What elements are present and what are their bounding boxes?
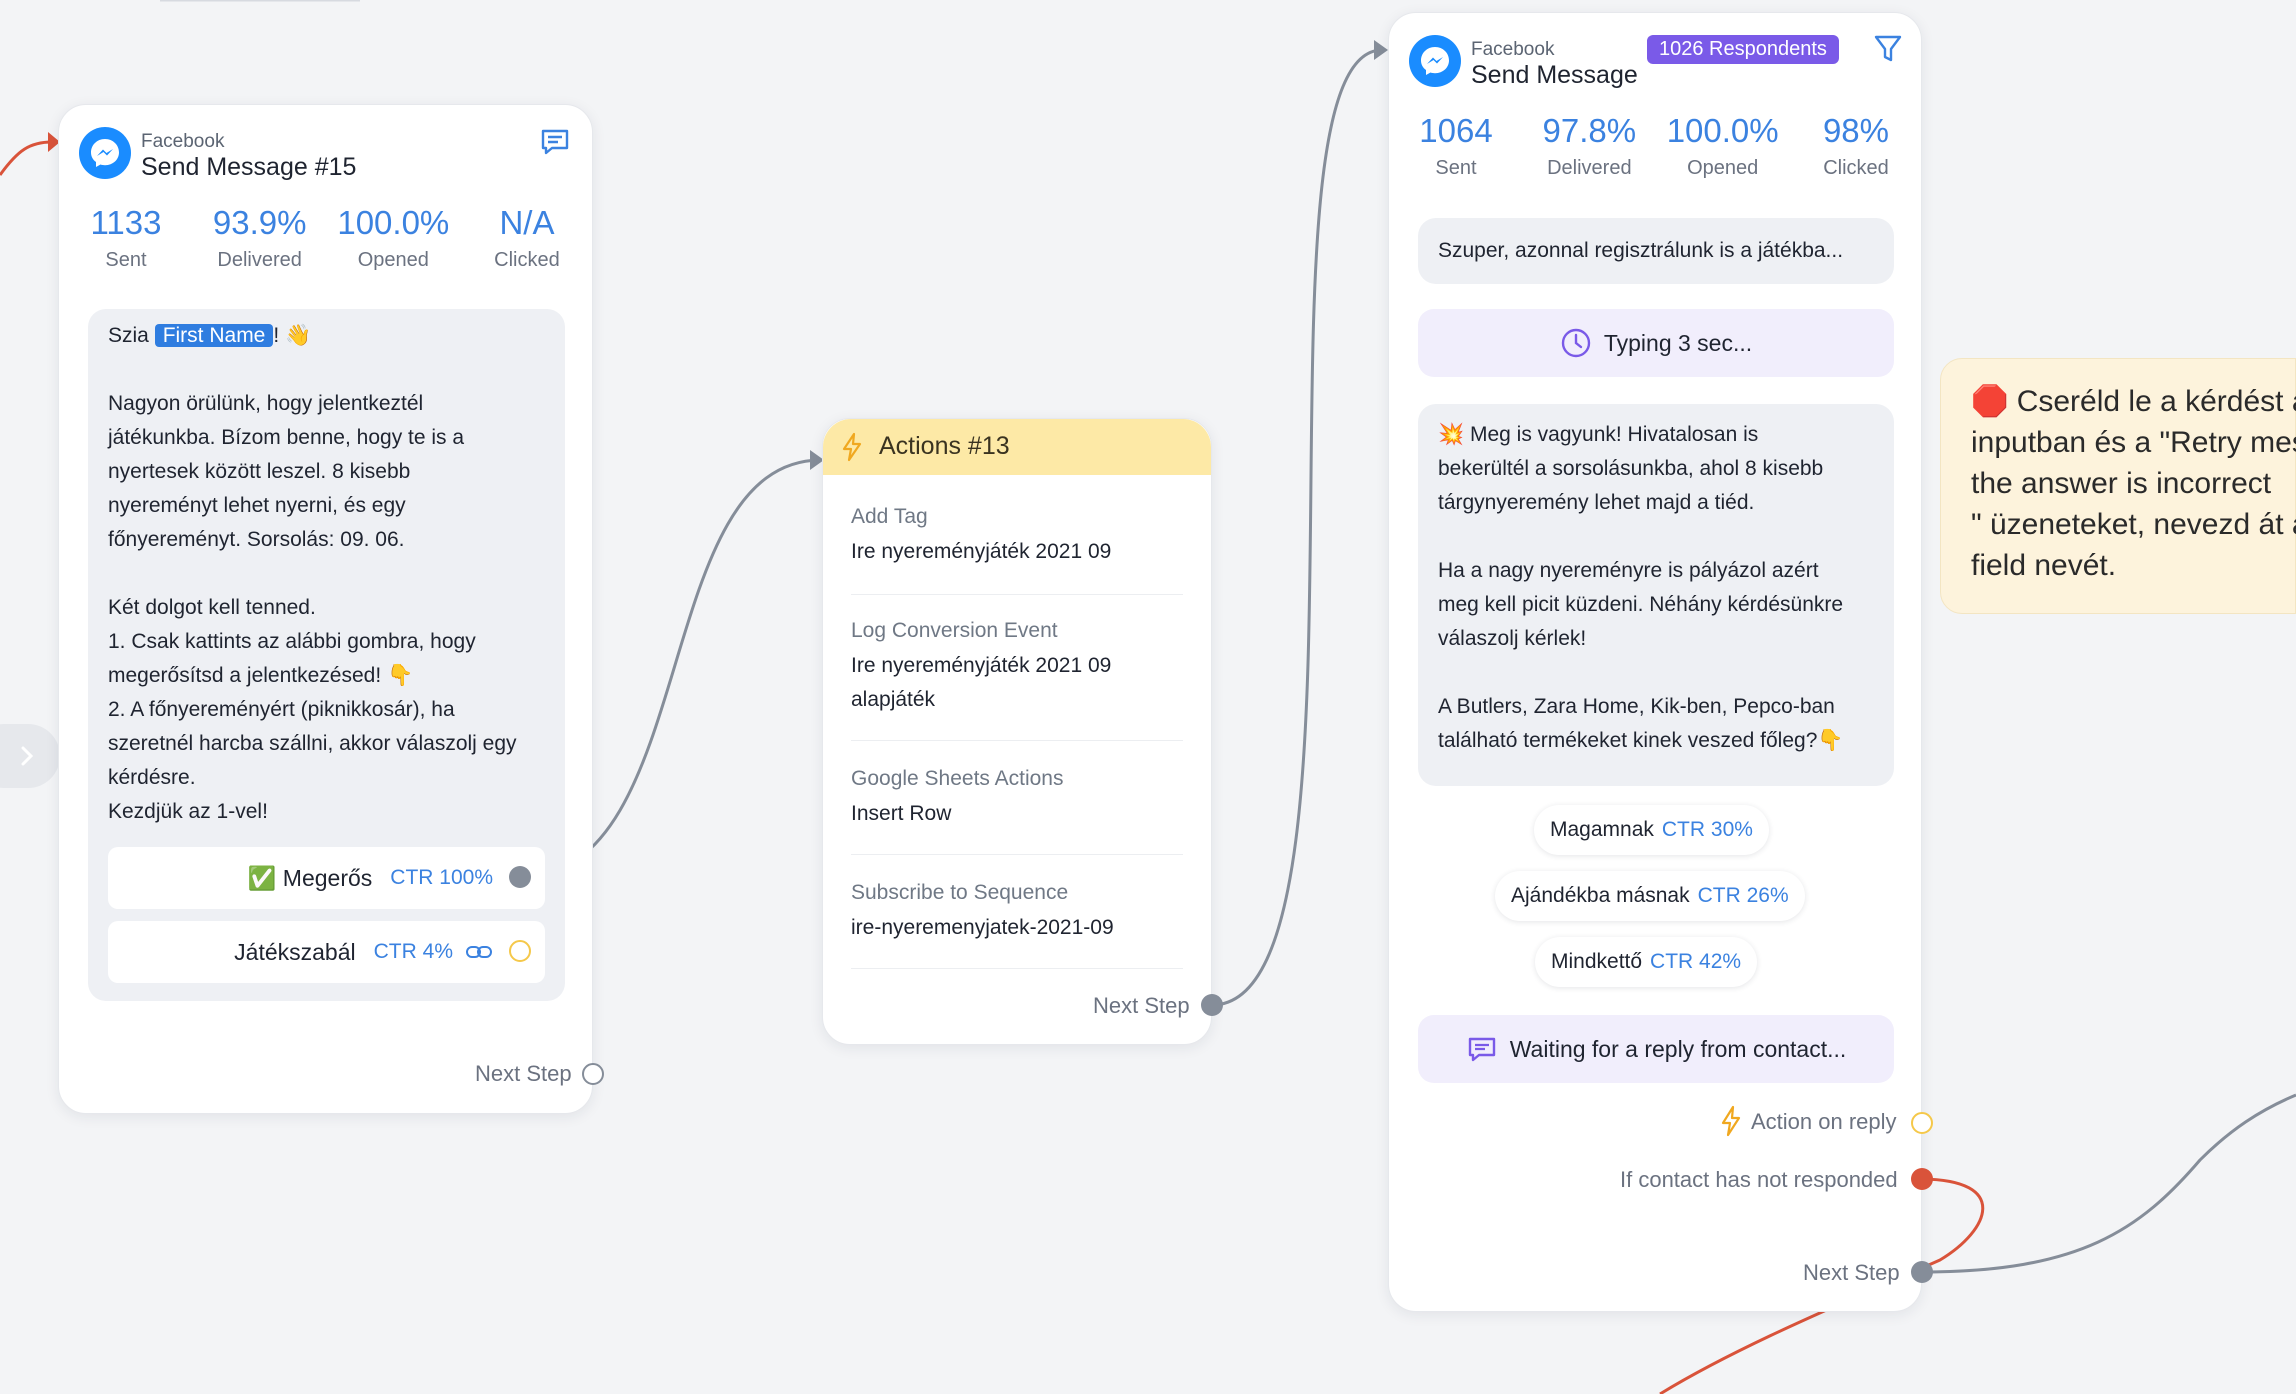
stat-delivered[interactable]: 93.9% Delivered bbox=[195, 203, 325, 272]
not-responded-label[interactable]: If contact has not responded bbox=[1620, 1167, 1898, 1193]
port-jatekszabaly[interactable] bbox=[509, 940, 531, 962]
port-next-step-actions[interactable] bbox=[1201, 994, 1223, 1016]
clock-icon bbox=[1561, 328, 1591, 358]
port-megeros[interactable] bbox=[509, 866, 531, 888]
lightning-icon bbox=[1721, 1105, 1741, 1137]
card-title[interactable]: Send Message bbox=[1471, 61, 1638, 90]
connection-actions-to-send bbox=[1211, 48, 1383, 1007]
chat-bubble-icon bbox=[1468, 1037, 1495, 1062]
stat-clicked[interactable]: 98% Clicked bbox=[1791, 111, 1921, 180]
actions-title[interactable]: Actions #13 bbox=[879, 432, 1010, 461]
link-icon bbox=[466, 946, 492, 958]
greeting-prefix: Szia bbox=[108, 324, 155, 347]
comment-icon[interactable] bbox=[538, 125, 572, 159]
sticky-note[interactable]: 🛑 Cseréld le a kérdést a inputban és a "… bbox=[1940, 358, 2296, 614]
message-body: 💥 Meg is vagyunk! Hivatalosan is bekerül… bbox=[1438, 423, 1844, 752]
preview-bubble[interactable]: Szuper, azonnal regisztrálunk is a játék… bbox=[1418, 218, 1894, 284]
actions-header: Actions #13 bbox=[823, 419, 1211, 475]
action-log-conversion[interactable]: Log Conversion Event Ire nyereményjáték … bbox=[851, 619, 1183, 741]
platform-label: Facebook bbox=[141, 131, 225, 152]
note-text: 🛑 Cseréld le a kérdést a inputban és a "… bbox=[1971, 385, 2296, 582]
connection-next-step-right bbox=[1921, 1093, 2296, 1274]
port-next-step-right[interactable] bbox=[1911, 1261, 1933, 1283]
platform-label: Facebook bbox=[1471, 39, 1555, 60]
respondents-badge[interactable]: 1026 Respondents bbox=[1647, 35, 1839, 64]
lightning-icon bbox=[842, 432, 862, 462]
quick-reply-magamnak[interactable]: Magamnak CTR 30% bbox=[1534, 805, 1769, 855]
message-bubble[interactable]: Szia First Name! 👋 Nagyon örülünk, hogy … bbox=[88, 309, 565, 1001]
waiting-for-reply[interactable]: Waiting for a reply from contact... bbox=[1418, 1015, 1894, 1083]
message-bubble[interactable]: 💥 Meg is vagyunk! Hivatalosan is bekerül… bbox=[1418, 404, 1894, 786]
stat-delivered[interactable]: 97.8% Delivered bbox=[1524, 111, 1654, 180]
action-add-tag[interactable]: Add Tag Ire nyereményjáték 2021 09 bbox=[851, 505, 1183, 595]
collapse-sidebar-button[interactable] bbox=[0, 724, 60, 788]
messenger-icon bbox=[1409, 35, 1461, 87]
button-jatekszabaly[interactable]: Játékszabál CTR 4% bbox=[108, 921, 545, 983]
action-google-sheets[interactable]: Google Sheets Actions Insert Row bbox=[851, 767, 1183, 855]
next-step-label: Next Step bbox=[475, 1061, 572, 1086]
card-header: Facebook Send Message #15 bbox=[79, 127, 572, 197]
next-step-label: Next Step bbox=[1803, 1260, 1900, 1285]
port-not-responded[interactable] bbox=[1911, 1168, 1933, 1190]
send-message-card[interactable]: Facebook Send Message 1026 Respondents 1… bbox=[1388, 12, 1922, 1312]
connection-incoming-left bbox=[0, 140, 53, 176]
action-subscribe-sequence[interactable]: Subscribe to Sequence ire-nyeremenyjatek… bbox=[851, 881, 1183, 969]
stat-sent[interactable]: 1064 Sent bbox=[1391, 111, 1521, 180]
port-next-step-left[interactable] bbox=[582, 1063, 604, 1085]
first-name-chip: First Name bbox=[154, 324, 274, 347]
port-action-on-reply[interactable] bbox=[1911, 1112, 1933, 1134]
messenger-icon bbox=[79, 127, 131, 179]
stat-opened[interactable]: 100.0% Opened bbox=[328, 203, 458, 272]
chevron-right-icon bbox=[21, 746, 34, 766]
message-body: Nagyon örülünk, hogy jelentkeztél játéku… bbox=[108, 392, 517, 823]
stat-sent[interactable]: 1133 Sent bbox=[61, 203, 191, 272]
filter-icon[interactable] bbox=[1873, 33, 1903, 65]
card-title[interactable]: Send Message #15 bbox=[141, 153, 356, 182]
stats-row: 1064 Sent 97.8% Delivered 100.0% Opened 98%… bbox=[1389, 111, 1923, 180]
stat-opened[interactable]: 100.0% Opened bbox=[1658, 111, 1788, 180]
quick-reply-mindketto[interactable]: Mindkettő CTR 42% bbox=[1535, 937, 1758, 987]
typing-indicator[interactable]: Typing 3 sec... bbox=[1418, 309, 1894, 377]
greeting-suffix: ! 👋 bbox=[273, 324, 312, 347]
button-megeros[interactable]: ✅ Megerős CTR 100% bbox=[108, 847, 545, 909]
quick-reply-ajandekba[interactable]: Ajándékba másnak CTR 26% bbox=[1495, 871, 1805, 921]
next-step-label: Next Step bbox=[1093, 993, 1190, 1018]
action-on-reply-label[interactable]: Action on reply bbox=[1751, 1109, 1897, 1135]
send-message-card-15[interactable]: Facebook Send Message #15 1133 Sent 93.9%… bbox=[58, 104, 593, 1114]
stats-row: 1133 Sent 93.9% Delivered 100.0% Opened N/A… bbox=[59, 203, 594, 272]
stat-clicked[interactable]: N/A Clicked bbox=[462, 203, 592, 272]
flow-canvas[interactable]: Facebook Send Message #15 1133 Sent 93.9%… bbox=[0, 0, 2296, 1394]
arrow-send-in bbox=[1374, 40, 1388, 60]
actions-card-13[interactable]: Actions #13 Add Tag Ire nyereményjáték 2… bbox=[822, 418, 1212, 1045]
